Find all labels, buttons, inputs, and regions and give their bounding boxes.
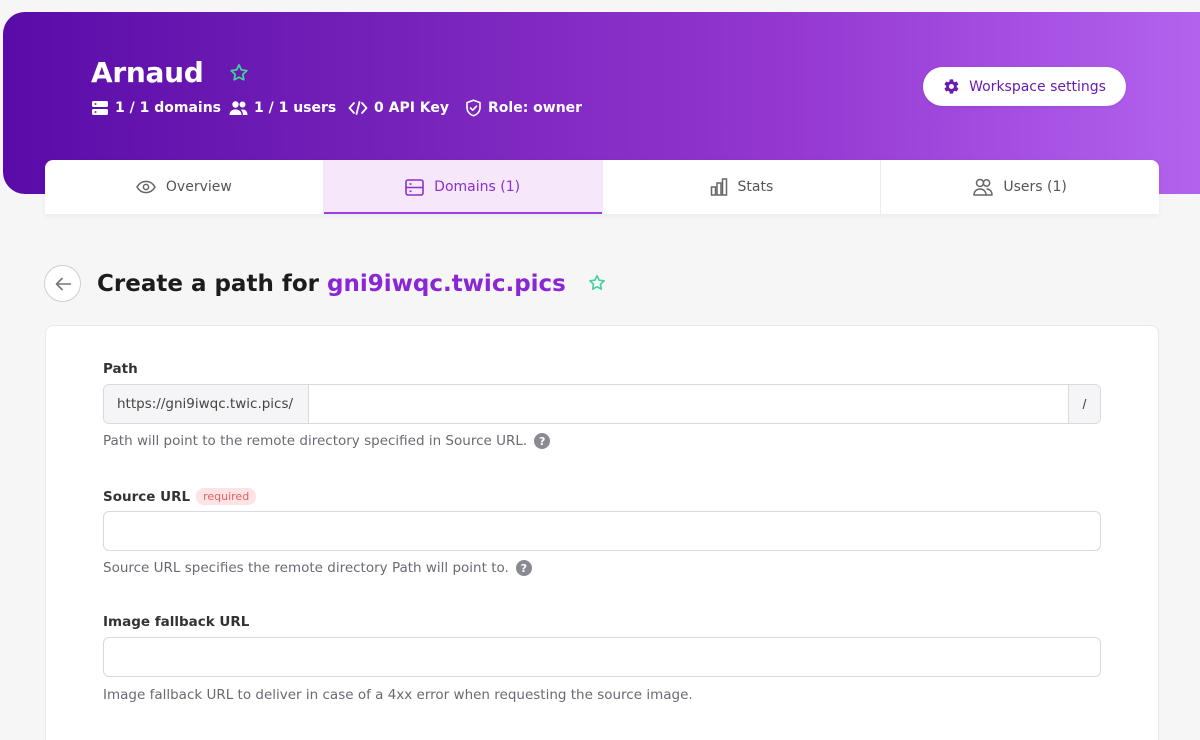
server-icon	[405, 178, 424, 196]
workspace-settings-button[interactable]: Workspace settings	[923, 67, 1126, 106]
path-prefix: https://gni9iwqc.twic.pics/	[104, 385, 309, 423]
path-field: https://gni9iwqc.twic.pics/ /	[103, 384, 1101, 424]
fallback-url-label: Image fallback URL	[103, 614, 250, 630]
back-button[interactable]	[44, 265, 81, 302]
tab-domains[interactable]: Domains (1)	[323, 160, 603, 214]
page: Arnaud 1 / 1 domains 1 / 1 users 0 API K…	[0, 0, 1200, 740]
favorite-star-icon[interactable]	[228, 62, 250, 84]
tab-users[interactable]: Users (1)	[881, 160, 1159, 214]
users-count-label: 1 / 1 users	[254, 100, 337, 116]
required-badge: required	[196, 488, 257, 505]
source-url-input[interactable]	[104, 512, 1100, 550]
workspace-meta: 1 / 1 domains 1 / 1 users 0 API Key Role…	[91, 98, 582, 118]
help-icon[interactable]: ?	[534, 433, 551, 449]
domains-count: 1 / 1 domains	[91, 98, 229, 118]
api-key-count: 0 API Key	[348, 98, 465, 118]
tab-stats-label: Stats	[737, 179, 774, 195]
tab-overview[interactable]: Overview	[45, 160, 324, 214]
fallback-url-help-text: Image fallback URL to deliver in case of…	[103, 687, 693, 703]
bar-chart-icon	[710, 178, 727, 196]
source-url-field[interactable]	[103, 511, 1101, 551]
code-icon	[348, 101, 368, 115]
path-help-text: Path will point to the remote directory …	[103, 433, 528, 449]
path-input[interactable]	[309, 385, 1068, 423]
page-title-domain: gni9iwqc.twic.pics	[327, 271, 566, 297]
role-label: Role: owner	[488, 100, 583, 116]
tab-domains-label: Domains (1)	[434, 179, 521, 195]
source-url-help-text: Source URL specifies the remote director…	[103, 560, 509, 576]
arrow-left-icon	[55, 277, 71, 290]
fallback-url-help: Image fallback URL to deliver in case of…	[103, 687, 693, 703]
gear-icon	[944, 79, 959, 94]
users-icon	[973, 178, 994, 196]
path-suffix: /	[1068, 385, 1100, 423]
role: Role: owner	[465, 98, 582, 118]
tab-users-label: Users (1)	[1003, 179, 1067, 195]
shield-check-icon	[466, 99, 481, 117]
tab-overview-label: Overview	[165, 179, 232, 195]
path-help: Path will point to the remote directory …	[103, 433, 551, 449]
fallback-url-field[interactable]	[103, 637, 1101, 677]
path-label: Path	[103, 361, 138, 377]
page-title-prefix: Create a path for	[97, 271, 327, 297]
eye-icon	[136, 180, 156, 194]
workspace-tabs: Overview Domains (1) Stats Users (1)	[45, 160, 1159, 214]
users-icon	[229, 101, 248, 115]
source-url-label: Source URL required	[103, 488, 257, 505]
workspace-name: Arnaud	[91, 56, 204, 89]
api-key-label: 0 API Key	[374, 100, 450, 116]
server-icon	[92, 101, 108, 115]
source-url-label-text: Source URL	[103, 489, 191, 505]
users-count: 1 / 1 users	[229, 98, 348, 118]
tab-stats[interactable]: Stats	[603, 160, 882, 214]
page-title: Create a path for gni9iwqc.twic.pics	[97, 268, 566, 300]
help-icon[interactable]: ?	[515, 560, 532, 576]
favorite-star-icon[interactable]	[587, 273, 607, 293]
fallback-url-input[interactable]	[104, 638, 1100, 676]
domains-count-label: 1 / 1 domains	[115, 100, 221, 116]
workspace-settings-label: Workspace settings	[969, 78, 1106, 95]
source-url-help: Source URL specifies the remote director…	[103, 560, 532, 576]
